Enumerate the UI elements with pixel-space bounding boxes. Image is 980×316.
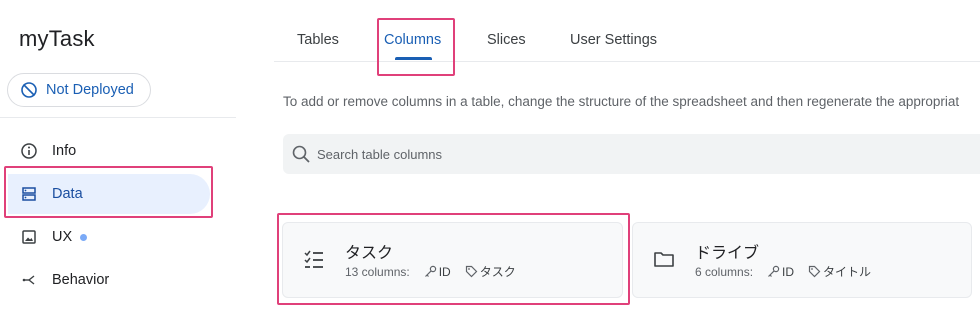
table-name: タスク — [345, 245, 394, 262]
main-content: Tables Columns Slices User Settings To a… — [274, 0, 980, 316]
label-icon — [465, 265, 478, 278]
deploy-status-label: Not Deployed — [46, 82, 134, 98]
tab-columns[interactable]: Columns — [384, 32, 441, 48]
search-icon — [291, 144, 311, 164]
image-icon — [20, 228, 38, 246]
ux-update-dot — [80, 233, 88, 241]
behavior-icon — [20, 271, 38, 289]
tab-bar: Tables Columns Slices User Settings — [274, 0, 980, 62]
table-card-task[interactable]: タスク 13 columns: ID タスク — [282, 222, 623, 298]
column-count: 13 columns: — [345, 264, 410, 279]
search-bar — [283, 134, 980, 174]
sidebar-item-label: Data — [52, 186, 83, 202]
search-input[interactable] — [317, 146, 917, 162]
sidebar-item-ux[interactable]: UX — [8, 217, 210, 257]
info-icon — [20, 142, 38, 160]
sidebar-item-label: UX — [52, 229, 73, 245]
sidebar-item-behavior[interactable]: Behavior — [8, 260, 210, 300]
tab-user-settings[interactable]: User Settings — [570, 32, 657, 48]
table-card-drive[interactable]: ドライブ 6 columns: ID タイトル — [632, 222, 972, 298]
sidebar-divider — [0, 117, 236, 118]
sidebar-item-data[interactable]: Data — [8, 174, 210, 214]
table-meta: 6 columns: ID タイトル — [695, 263, 871, 280]
table-name: ドライブ — [695, 245, 760, 262]
app-title: myTask — [19, 26, 95, 51]
folder-icon — [653, 248, 675, 270]
label-column: タスク — [479, 265, 516, 279]
sidebar-item-label: Info — [52, 143, 77, 159]
not-deployed-icon — [20, 81, 38, 99]
label-column: タイトル — [823, 265, 872, 279]
table-meta: 13 columns: ID タスク — [345, 263, 516, 280]
key-icon — [767, 265, 780, 278]
tab-tables[interactable]: Tables — [297, 32, 339, 48]
deploy-status-button[interactable]: Not Deployed — [7, 73, 151, 107]
key-icon — [424, 265, 437, 278]
column-count: 6 columns: — [695, 264, 754, 279]
key-column: ID — [782, 264, 795, 279]
key-column: ID — [438, 264, 451, 279]
tab-slices[interactable]: Slices — [487, 32, 526, 48]
sidebar-item-label: Behavior — [52, 272, 110, 288]
active-tab-indicator — [395, 57, 432, 60]
sidebar: myTask Not Deployed Info Data UX Behavio… — [0, 0, 236, 316]
data-icon — [20, 185, 38, 203]
checklist-icon — [303, 248, 325, 270]
sidebar-item-info[interactable]: Info — [8, 131, 210, 171]
columns-description: To add or remove columns in a table, cha… — [283, 94, 960, 109]
label-icon — [808, 265, 821, 278]
